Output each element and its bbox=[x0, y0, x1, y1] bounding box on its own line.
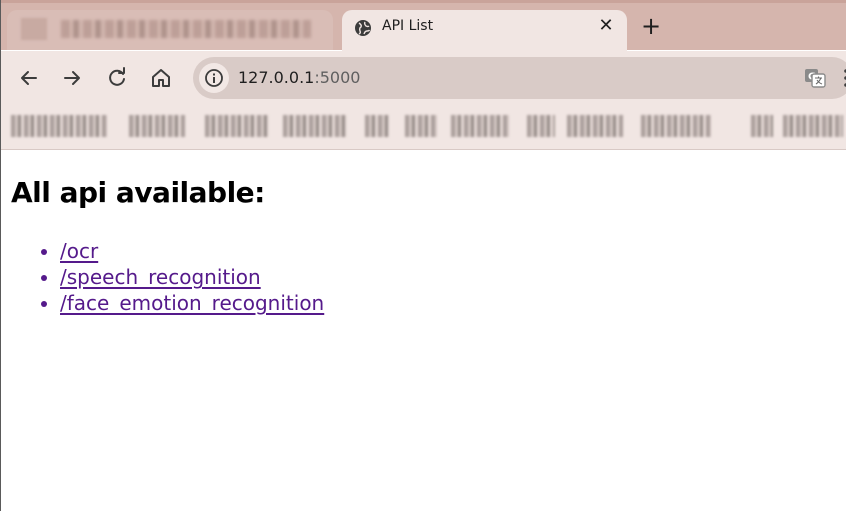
bookmark-item[interactable] bbox=[451, 115, 509, 137]
api-list: /ocr /speech_recognition /face_emotion_r… bbox=[1, 238, 324, 316]
bookmark-item[interactable] bbox=[129, 115, 185, 137]
address-bar[interactable]: 127.0.0.1:5000 G bbox=[193, 57, 846, 99]
tab-title: API List bbox=[382, 18, 434, 34]
plus-icon[interactable]: + bbox=[639, 14, 663, 38]
page-title: All api available: bbox=[11, 176, 265, 209]
bookmark-item[interactable] bbox=[11, 115, 107, 137]
bookmark-item[interactable] bbox=[283, 115, 347, 137]
tab-strip-border bbox=[1, 0, 846, 3]
reload-icon bbox=[109, 67, 125, 86]
tab-active[interactable]: API List ✕ bbox=[342, 10, 627, 51]
tab-inactive[interactable] bbox=[7, 10, 333, 50]
info-icon bbox=[205, 69, 223, 87]
list-item: /face_emotion_recognition bbox=[60, 290, 324, 316]
bookmark-item[interactable] bbox=[527, 115, 555, 137]
browser-window: API List ✕ + 127.0.0.1:5000 All api avai… bbox=[0, 0, 846, 511]
bookmarks-bar bbox=[1, 107, 846, 150]
page-content: All api available: /ocr /speech_recognit… bbox=[1, 150, 846, 511]
reload-button[interactable] bbox=[103, 64, 131, 92]
blurred-tab-title bbox=[61, 20, 311, 38]
tab-strip: API List ✕ + bbox=[1, 0, 846, 51]
api-link-speech-recognition[interactable]: /speech_recognition bbox=[60, 265, 261, 289]
url-port: :5000 bbox=[314, 68, 361, 87]
bookmark-item[interactable] bbox=[567, 115, 623, 137]
api-link-face-emotion-recognition[interactable]: /face_emotion_recognition bbox=[60, 291, 324, 315]
back-button[interactable] bbox=[15, 64, 43, 92]
list-item: /ocr bbox=[60, 238, 324, 264]
home-icon bbox=[152, 69, 170, 87]
translate-icon[interactable]: G bbox=[803, 66, 827, 90]
blurred-favicon-icon bbox=[21, 18, 47, 40]
list-item: /speech_recognition bbox=[60, 264, 324, 290]
bookmark-item[interactable] bbox=[205, 115, 269, 137]
toolbar: 127.0.0.1:5000 G bbox=[1, 51, 846, 107]
url-host: 127.0.0.1 bbox=[238, 68, 315, 87]
api-link-ocr[interactable]: /ocr bbox=[60, 239, 98, 263]
bookmark-item[interactable] bbox=[751, 115, 773, 137]
bookmark-item[interactable] bbox=[405, 115, 437, 137]
close-icon[interactable]: ✕ bbox=[596, 16, 616, 36]
home-button[interactable] bbox=[147, 64, 175, 92]
bookmark-item[interactable] bbox=[641, 115, 711, 137]
bookmark-item[interactable] bbox=[365, 115, 389, 137]
site-info-button[interactable] bbox=[199, 63, 229, 93]
arrow-left-icon bbox=[21, 71, 37, 85]
bookmark-item[interactable] bbox=[783, 115, 843, 137]
more-vertical-icon[interactable] bbox=[841, 67, 846, 89]
arrow-right-icon bbox=[64, 71, 80, 85]
forward-button[interactable] bbox=[58, 64, 86, 92]
url-text[interactable]: 127.0.0.1:5000 bbox=[238, 68, 360, 87]
globe-icon bbox=[355, 20, 371, 36]
